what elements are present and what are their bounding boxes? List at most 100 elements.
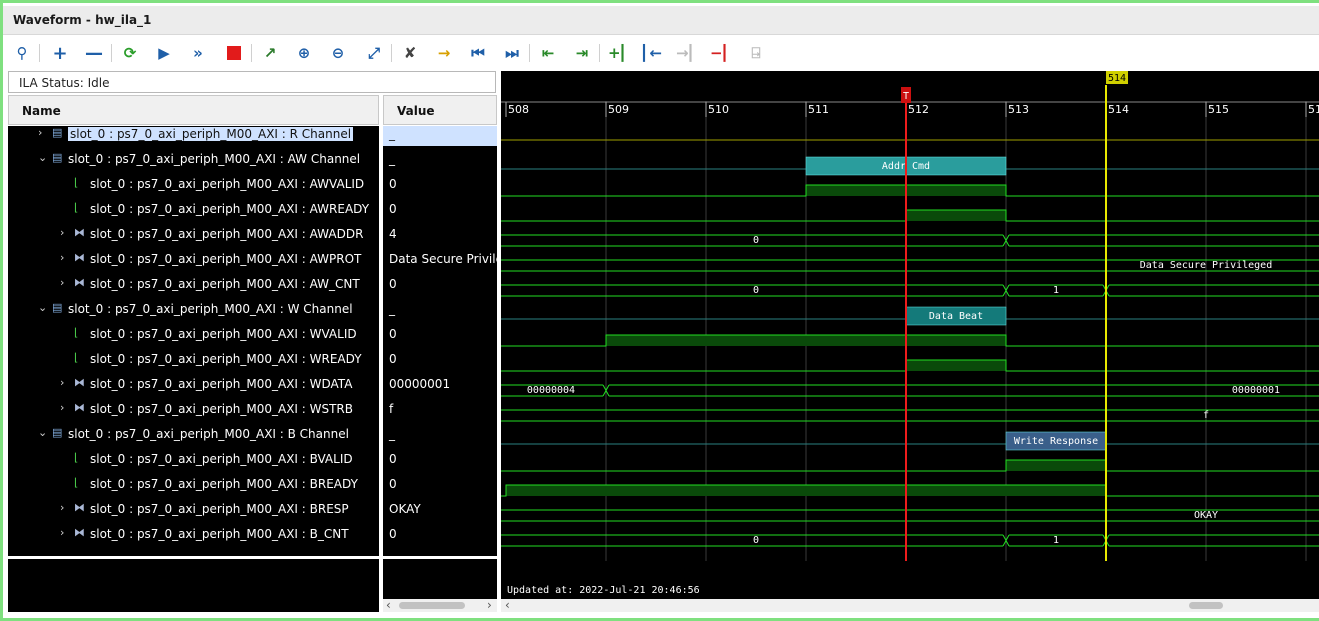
signal-value-row[interactable]: 0 [383, 271, 497, 296]
waveform-svg[interactable]: 508 509 510 511 512 513 514 515 51Addr Cmd0Data … [501, 71, 1319, 599]
export-icon[interactable]: ↗ [257, 41, 283, 65]
signal-value-row[interactable]: OKAY [383, 496, 497, 521]
value-scroll-thumb[interactable] [399, 602, 465, 609]
signal-row[interactable]: › ⧓ slot_0 : ps7_0_axi_periph_M00_AXI : AW… [8, 246, 379, 271]
previous-marker-icon[interactable]: ⎢← [639, 41, 665, 65]
expand-chevron-icon[interactable]: › [60, 401, 64, 414]
time-tick-label: 508 [508, 103, 529, 116]
signal-row[interactable]: ⌊ slot_0 : ps7_0_axi_periph_M00_AXI : BRE… [8, 471, 379, 496]
search-icon[interactable]: ⚲ [9, 41, 35, 65]
signal-value-row[interactable]: f [383, 396, 497, 421]
signal-row[interactable]: ⌄ ▤ slot_0 : ps7_0_axi_periph_M00_AXI : B … [8, 421, 379, 446]
signal-name: slot_0 : ps7_0_axi_periph_M00_AXI : R Ch… [68, 127, 354, 141]
run-immediate-icon[interactable]: » [185, 41, 211, 65]
signal-row[interactable]: ⌄ ▤ slot_0 : ps7_0_axi_periph_M00_AXI : W … [8, 296, 379, 321]
signal-value-row[interactable]: 0 [383, 196, 497, 221]
run-trigger-icon[interactable]: ▶ [151, 41, 177, 65]
expand-chevron-icon[interactable]: › [60, 226, 64, 239]
time-tick-label: 511 [808, 103, 829, 116]
add-marker-plus-icon[interactable]: +⎢ [605, 41, 631, 65]
expand-chevron-icon[interactable]: › [60, 251, 64, 264]
next-marker-icon[interactable]: →⎢ [673, 41, 699, 65]
signal-row[interactable]: › ⧓ slot_0 : ps7_0_axi_periph_M00_AXI : WD… [8, 371, 379, 396]
signal-value-row[interactable]: _ [383, 421, 497, 446]
signal-name: slot_0 : ps7_0_axi_periph_M00_AXI : W Ch… [68, 302, 353, 316]
high-fill [506, 485, 1106, 496]
signal-value-row[interactable]: 00000001 [383, 371, 497, 396]
signal-value-row[interactable]: Data Secure Privileged [383, 246, 497, 271]
signal-row[interactable]: › ⧓ slot_0 : ps7_0_axi_periph_M00_AXI : AW… [8, 221, 379, 246]
signal-value-row[interactable]: 0 [383, 321, 497, 346]
signal-value-row[interactable]: _ [383, 296, 497, 321]
signal-row[interactable]: › ⧓ slot_0 : ps7_0_axi_periph_M00_AXI : BR… [8, 496, 379, 521]
title-bar: Waveform - hw_ila_1 [3, 6, 1319, 35]
signal-row[interactable]: ⌊ slot_0 : ps7_0_axi_periph_M00_AXI : AWR… [8, 196, 379, 221]
value-column-header[interactable]: Value [383, 95, 497, 125]
signal-value-row[interactable]: 0 [383, 471, 497, 496]
delete-marker-icon[interactable]: −⎢ [707, 41, 733, 65]
zoom-fit-icon[interactable]: ⤢ [361, 41, 387, 65]
waveform-scroll-thumb[interactable] [1189, 602, 1223, 609]
signal-row[interactable]: › ⧓ slot_0 : ps7_0_axi_periph_M00_AXI : B_… [8, 521, 379, 546]
zoom-in-icon[interactable]: ⊕ [291, 41, 317, 65]
next-transition-icon[interactable]: ⇥ [569, 41, 595, 65]
zoom-out-icon[interactable]: ⊖ [325, 41, 351, 65]
expand-chevron-icon[interactable]: › [60, 276, 64, 289]
signal-row[interactable]: › ⧓ slot_0 : ps7_0_axi_periph_M00_AXI : AW… [8, 271, 379, 296]
collapse-chevron-icon[interactable]: ⌄ [38, 151, 47, 164]
signal-row[interactable]: › ⧓ slot_0 : ps7_0_axi_periph_M00_AXI : WS… [8, 396, 379, 421]
signal-row[interactable]: ⌊ slot_0 : ps7_0_axi_periph_M00_AXI : AWV… [8, 171, 379, 196]
stop-icon[interactable] [221, 41, 247, 65]
signal-value-row[interactable]: 4 [383, 221, 497, 246]
expand-chevron-icon[interactable]: › [60, 526, 64, 539]
signal-value: 0 [389, 327, 397, 341]
add-icon[interactable]: + [47, 41, 73, 65]
previous-transition-icon[interactable]: ⇤ [535, 41, 561, 65]
scroll-left-arrow-icon[interactable]: ‹ [386, 598, 391, 612]
ila-status-text: ILA Status: Idle [19, 76, 110, 90]
signal-value-row[interactable]: 0 [383, 346, 497, 371]
refresh-icon[interactable]: ⟳ [117, 41, 143, 65]
remove-icon[interactable]: — [81, 41, 107, 65]
bus-value-label: 0 [753, 235, 759, 246]
signal-row[interactable]: › ▤ slot_0 : ps7_0_axi_periph_M00_AXI : R … [8, 121, 379, 146]
trigger-marker-label: T [903, 91, 909, 102]
value-horizontal-scrollbar[interactable]: ‹ › [383, 598, 497, 612]
window-title: Waveform - hw_ila_1 [13, 13, 152, 27]
cursor-snap-icon[interactable]: ✘ [397, 41, 423, 65]
expand-chevron-icon[interactable]: › [60, 376, 64, 389]
high-fill [606, 335, 1006, 346]
signal-value-row[interactable]: 0 [383, 446, 497, 471]
collapse-chevron-icon[interactable]: ⌄ [38, 426, 47, 439]
signal-name: slot_0 : ps7_0_axi_periph_M00_AXI : BRES… [90, 502, 349, 516]
signal-value-row[interactable]: 0 [383, 171, 497, 196]
bus-value-label: 0 [753, 285, 759, 296]
signal-row[interactable]: ⌊ slot_0 : ps7_0_axi_periph_M00_AXI : WVA… [8, 321, 379, 346]
signal-value-row[interactable]: 0 [383, 521, 497, 546]
collapse-chevron-icon[interactable]: ⌄ [38, 301, 47, 314]
expand-chevron-icon[interactable]: › [60, 501, 64, 514]
signal-row[interactable]: ⌄ ▤ slot_0 : ps7_0_axi_periph_M00_AXI : AW… [8, 146, 379, 171]
add-marker-icon[interactable]: → [431, 41, 457, 65]
expand-chevron-icon[interactable]: › [38, 126, 42, 139]
go-to-start-icon[interactable]: ⏮ [465, 41, 491, 65]
time-tick-label: 515 [1208, 103, 1229, 116]
updated-timestamp: Updated at: 2022-Jul-21 20:46:56 [507, 585, 700, 596]
waveform-canvas[interactable]: 508 509 510 511 512 513 514 515 51 Addr Cmd 0 Data … [501, 71, 1319, 599]
time-tick-label: 510 [708, 103, 729, 116]
signal-value: _ [389, 302, 395, 316]
signal-value-row[interactable]: _ [383, 146, 497, 171]
signal-row[interactable]: ⌊ slot_0 : ps7_0_axi_periph_M00_AXI : BVA… [8, 446, 379, 471]
high-fill [1006, 460, 1106, 471]
signal-value-row[interactable]: _ [383, 126, 497, 146]
swap-cursor-icon[interactable]: ⍈ [743, 41, 769, 65]
time-tick-label: 513 [1008, 103, 1029, 116]
go-to-end-icon[interactable]: ⏭ [499, 41, 525, 65]
value-list-footer [383, 559, 497, 599]
signal-name: slot_0 : ps7_0_axi_periph_M00_AXI : AWRE… [90, 202, 370, 216]
wave-scroll-left-arrow-icon[interactable]: ‹ [505, 598, 510, 612]
waveform-horizontal-scrollbar[interactable]: ‹ [501, 598, 1319, 612]
scroll-right-arrow-icon[interactable]: › [487, 598, 492, 612]
signal-row[interactable]: ⌊ slot_0 : ps7_0_axi_periph_M00_AXI : WRE… [8, 346, 379, 371]
bus-value-label: OKAY [1194, 510, 1218, 521]
